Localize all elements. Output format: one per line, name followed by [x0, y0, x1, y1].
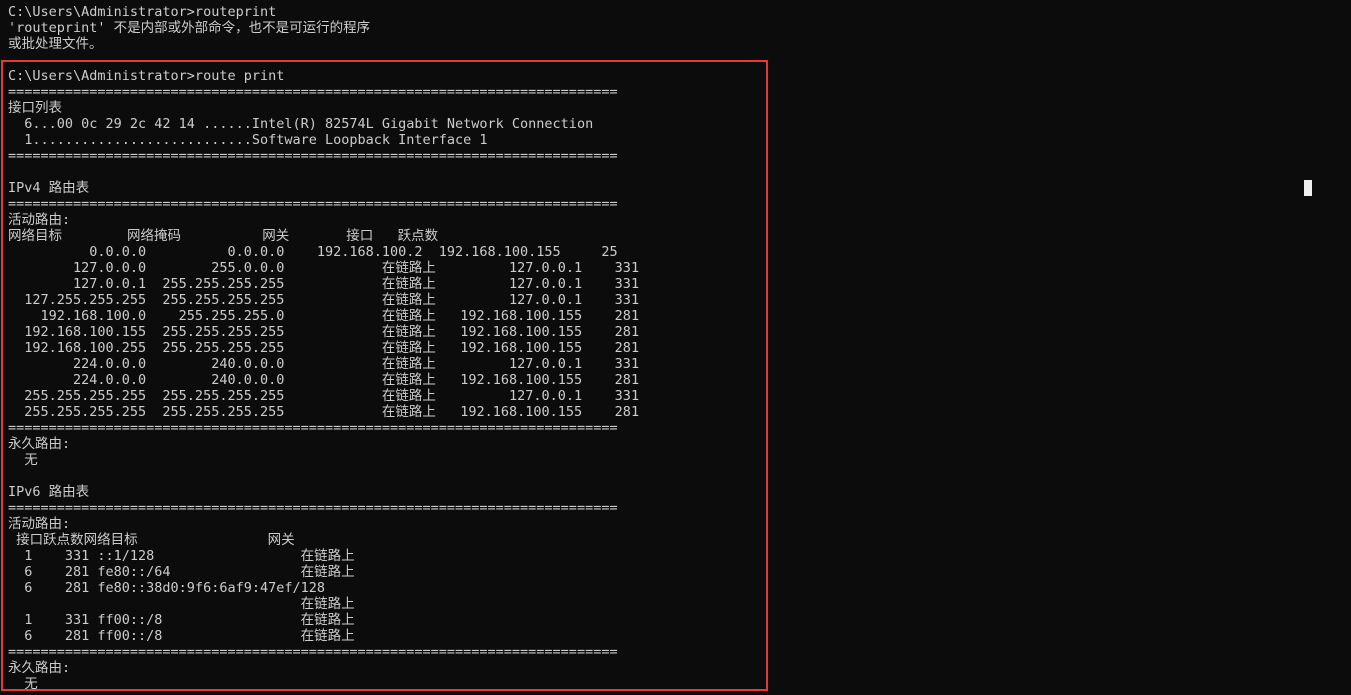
- console-line: ========================================…: [8, 644, 618, 660]
- console-line: ========================================…: [8, 148, 618, 164]
- console-line: 网络目标 网络掩码 网关 接口 跃点数: [8, 228, 439, 244]
- console-line: 6 281 fe80::/64 在链路上: [8, 564, 355, 580]
- console-line: IPv6 路由表: [8, 484, 90, 500]
- console-line: 永久路由:: [8, 660, 71, 676]
- console-line: ========================================…: [8, 500, 618, 516]
- console-line: 6 281 ff00::/8 在链路上: [8, 628, 355, 644]
- console-line: C:\Users\Administrator>routeprint: [8, 4, 277, 20]
- text-cursor: [1304, 180, 1312, 196]
- console-line: 或批处理文件。: [8, 36, 103, 52]
- console-line: 192.168.100.255 255.255.255.255 在链路上 192…: [8, 340, 640, 356]
- console-line: 192.168.100.0 255.255.255.0 在链路上 192.168…: [8, 308, 640, 324]
- console-line: 1...........................Software Loo…: [8, 132, 488, 148]
- console-line: ========================================…: [8, 196, 618, 212]
- console-line: 活动路由:: [8, 516, 71, 532]
- console-line: 0.0.0.0 0.0.0.0 192.168.100.2 192.168.10…: [8, 244, 618, 260]
- console-line: 127.255.255.255 255.255.255.255 在链路上 127…: [8, 292, 640, 308]
- console-line: 在链路上: [8, 596, 355, 612]
- console-window[interactable]: C:\Users\Administrator>routeprint 'route…: [0, 0, 1351, 695]
- console-line: IPv4 路由表: [8, 180, 90, 196]
- console-line: 6...00 0c 29 2c 42 14 ......Intel(R) 825…: [8, 116, 594, 132]
- console-line: 无: [8, 676, 38, 692]
- console-line: 1 331 ff00::/8 在链路上: [8, 612, 355, 628]
- console-line: 6 281 fe80::38d0:9f6:6af9:47ef/128: [8, 580, 325, 596]
- console-line: 224.0.0.0 240.0.0.0 在链路上 192.168.100.155…: [8, 372, 640, 388]
- console-line: 永久路由:: [8, 436, 71, 452]
- console-line: 224.0.0.0 240.0.0.0 在链路上 127.0.0.1 331: [8, 356, 640, 372]
- console-line: 255.255.255.255 255.255.255.255 在链路上 192…: [8, 404, 640, 420]
- console-line: 活动路由:: [8, 212, 71, 228]
- console-line: ========================================…: [8, 420, 618, 436]
- console-line: 'routeprint' 不是内部或外部命令，也不是可运行的程序: [8, 20, 371, 36]
- console-line: 192.168.100.155 255.255.255.255 在链路上 192…: [8, 324, 640, 340]
- console-line: 127.0.0.1 255.255.255.255 在链路上 127.0.0.1…: [8, 276, 640, 292]
- console-line: 127.0.0.0 255.0.0.0 在链路上 127.0.0.1 331: [8, 260, 640, 276]
- console-line: 1 331 ::1/128 在链路上: [8, 548, 355, 564]
- console-line: 255.255.255.255 255.255.255.255 在链路上 127…: [8, 388, 640, 404]
- console-line: 无: [8, 452, 38, 468]
- console-line: ========================================…: [8, 84, 618, 100]
- console-line: C:\Users\Administrator>route print: [8, 68, 285, 84]
- console-line: 接口跃点数网络目标 网关: [8, 532, 295, 548]
- console-line: 接口列表: [8, 100, 62, 116]
